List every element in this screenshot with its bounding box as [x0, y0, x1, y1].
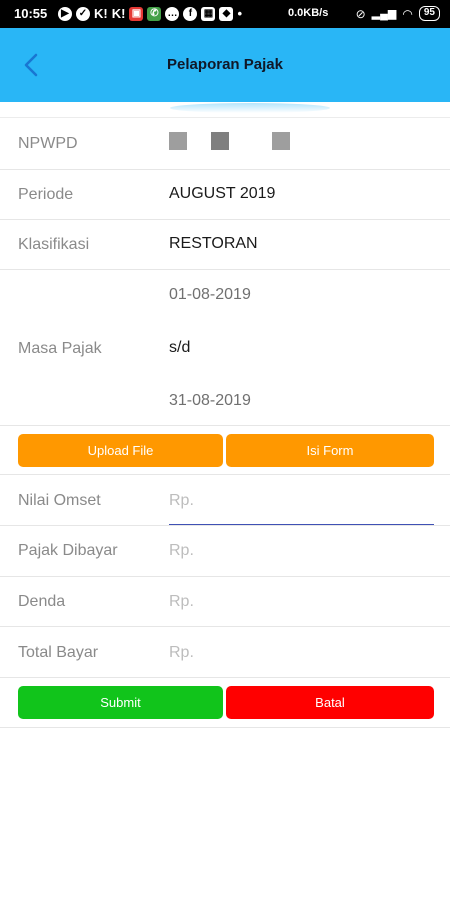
- redacted-value: [211, 132, 229, 150]
- whatsapp-icon: ✆: [147, 7, 162, 21]
- notification-icons: ▶ ✓ K! K! ▣ ✆ … f ▦ ◆ •: [58, 7, 242, 21]
- nilai-omset-input[interactable]: Rp.: [169, 492, 194, 510]
- denda-row: Denda Rp.: [0, 577, 450, 627]
- periode-label: Periode: [18, 186, 74, 203]
- status-time: 10:55: [14, 6, 48, 21]
- nilai-omset-row: Nilai Omset Rp.: [0, 475, 450, 525]
- app-icon: ▣: [129, 7, 144, 21]
- npwpd-row: NPWPD: [0, 118, 450, 170]
- scroll-shadow: [170, 103, 330, 113]
- masa-start-date[interactable]: 01-08-2019: [169, 286, 251, 304]
- nilai-omset-label: Nilai Omset: [18, 492, 101, 509]
- battery-icon: 95: [418, 6, 440, 21]
- message-icon: …: [165, 7, 180, 21]
- klasifikasi-label: Klasifikasi: [18, 236, 90, 253]
- check-icon: ✓: [76, 7, 90, 21]
- masa-separator: s/d: [169, 339, 191, 356]
- denda-label: Denda: [18, 593, 66, 610]
- redacted-value: [169, 132, 187, 150]
- alarm-off-icon: ⊘: [355, 6, 366, 21]
- k-icon: K!: [94, 6, 108, 21]
- upload-file-button[interactable]: Upload File: [18, 434, 223, 467]
- divider: [0, 727, 450, 728]
- pajak-dibayar-value: Rp.: [169, 542, 194, 559]
- total-bayar-row: Total Bayar Rp.: [0, 627, 450, 678]
- pajak-dibayar-row: Pajak Dibayar Rp.: [0, 526, 450, 577]
- isi-form-button[interactable]: Isi Form: [226, 434, 434, 467]
- network-speed: 0.0KB/s: [288, 7, 329, 19]
- status-bar: 10:55 ▶ ✓ K! K! ▣ ✆ … f ▦ ◆ • 0.0KB/s ⊘ …: [0, 0, 450, 28]
- more-icon: •: [237, 6, 242, 21]
- app-bar: Pelaporan Pajak: [0, 28, 450, 102]
- signal-icon: ▂▄▆: [371, 8, 397, 20]
- android-icon: ◆: [219, 7, 234, 21]
- periode-value: AUGUST 2019: [169, 185, 276, 202]
- pajak-dibayar-label: Pajak Dibayar: [18, 542, 118, 559]
- masa-end-date[interactable]: 31-08-2019: [169, 392, 251, 410]
- denda-value: Rp.: [169, 593, 194, 610]
- gallery-icon: ▦: [201, 7, 216, 21]
- masa-pajak-label: Masa Pajak: [18, 340, 102, 357]
- submit-button[interactable]: Submit: [18, 686, 223, 719]
- total-bayar-label: Total Bayar: [18, 644, 99, 661]
- wifi-icon: ◠: [402, 6, 413, 21]
- system-icons: ⊘ ▂▄▆ ◠ 95: [356, 6, 440, 21]
- page-title: Pelaporan Pajak: [167, 56, 283, 73]
- cancel-button[interactable]: Batal: [226, 686, 434, 719]
- redacted-value: [272, 132, 290, 150]
- k-icon-2: K!: [111, 6, 126, 21]
- facebook-icon: f: [183, 7, 198, 21]
- periode-row: Periode AUGUST 2019: [0, 170, 450, 220]
- total-bayar-value: Rp.: [169, 644, 194, 661]
- youtube-icon: ▶: [58, 7, 72, 21]
- klasifikasi-row: Klasifikasi RESTORAN: [0, 220, 450, 270]
- masa-pajak-row: 01-08-2019 Masa Pajak s/d 31-08-2019: [0, 270, 450, 426]
- npwpd-label: NPWPD: [18, 135, 78, 152]
- klasifikasi-value: RESTORAN: [169, 235, 258, 252]
